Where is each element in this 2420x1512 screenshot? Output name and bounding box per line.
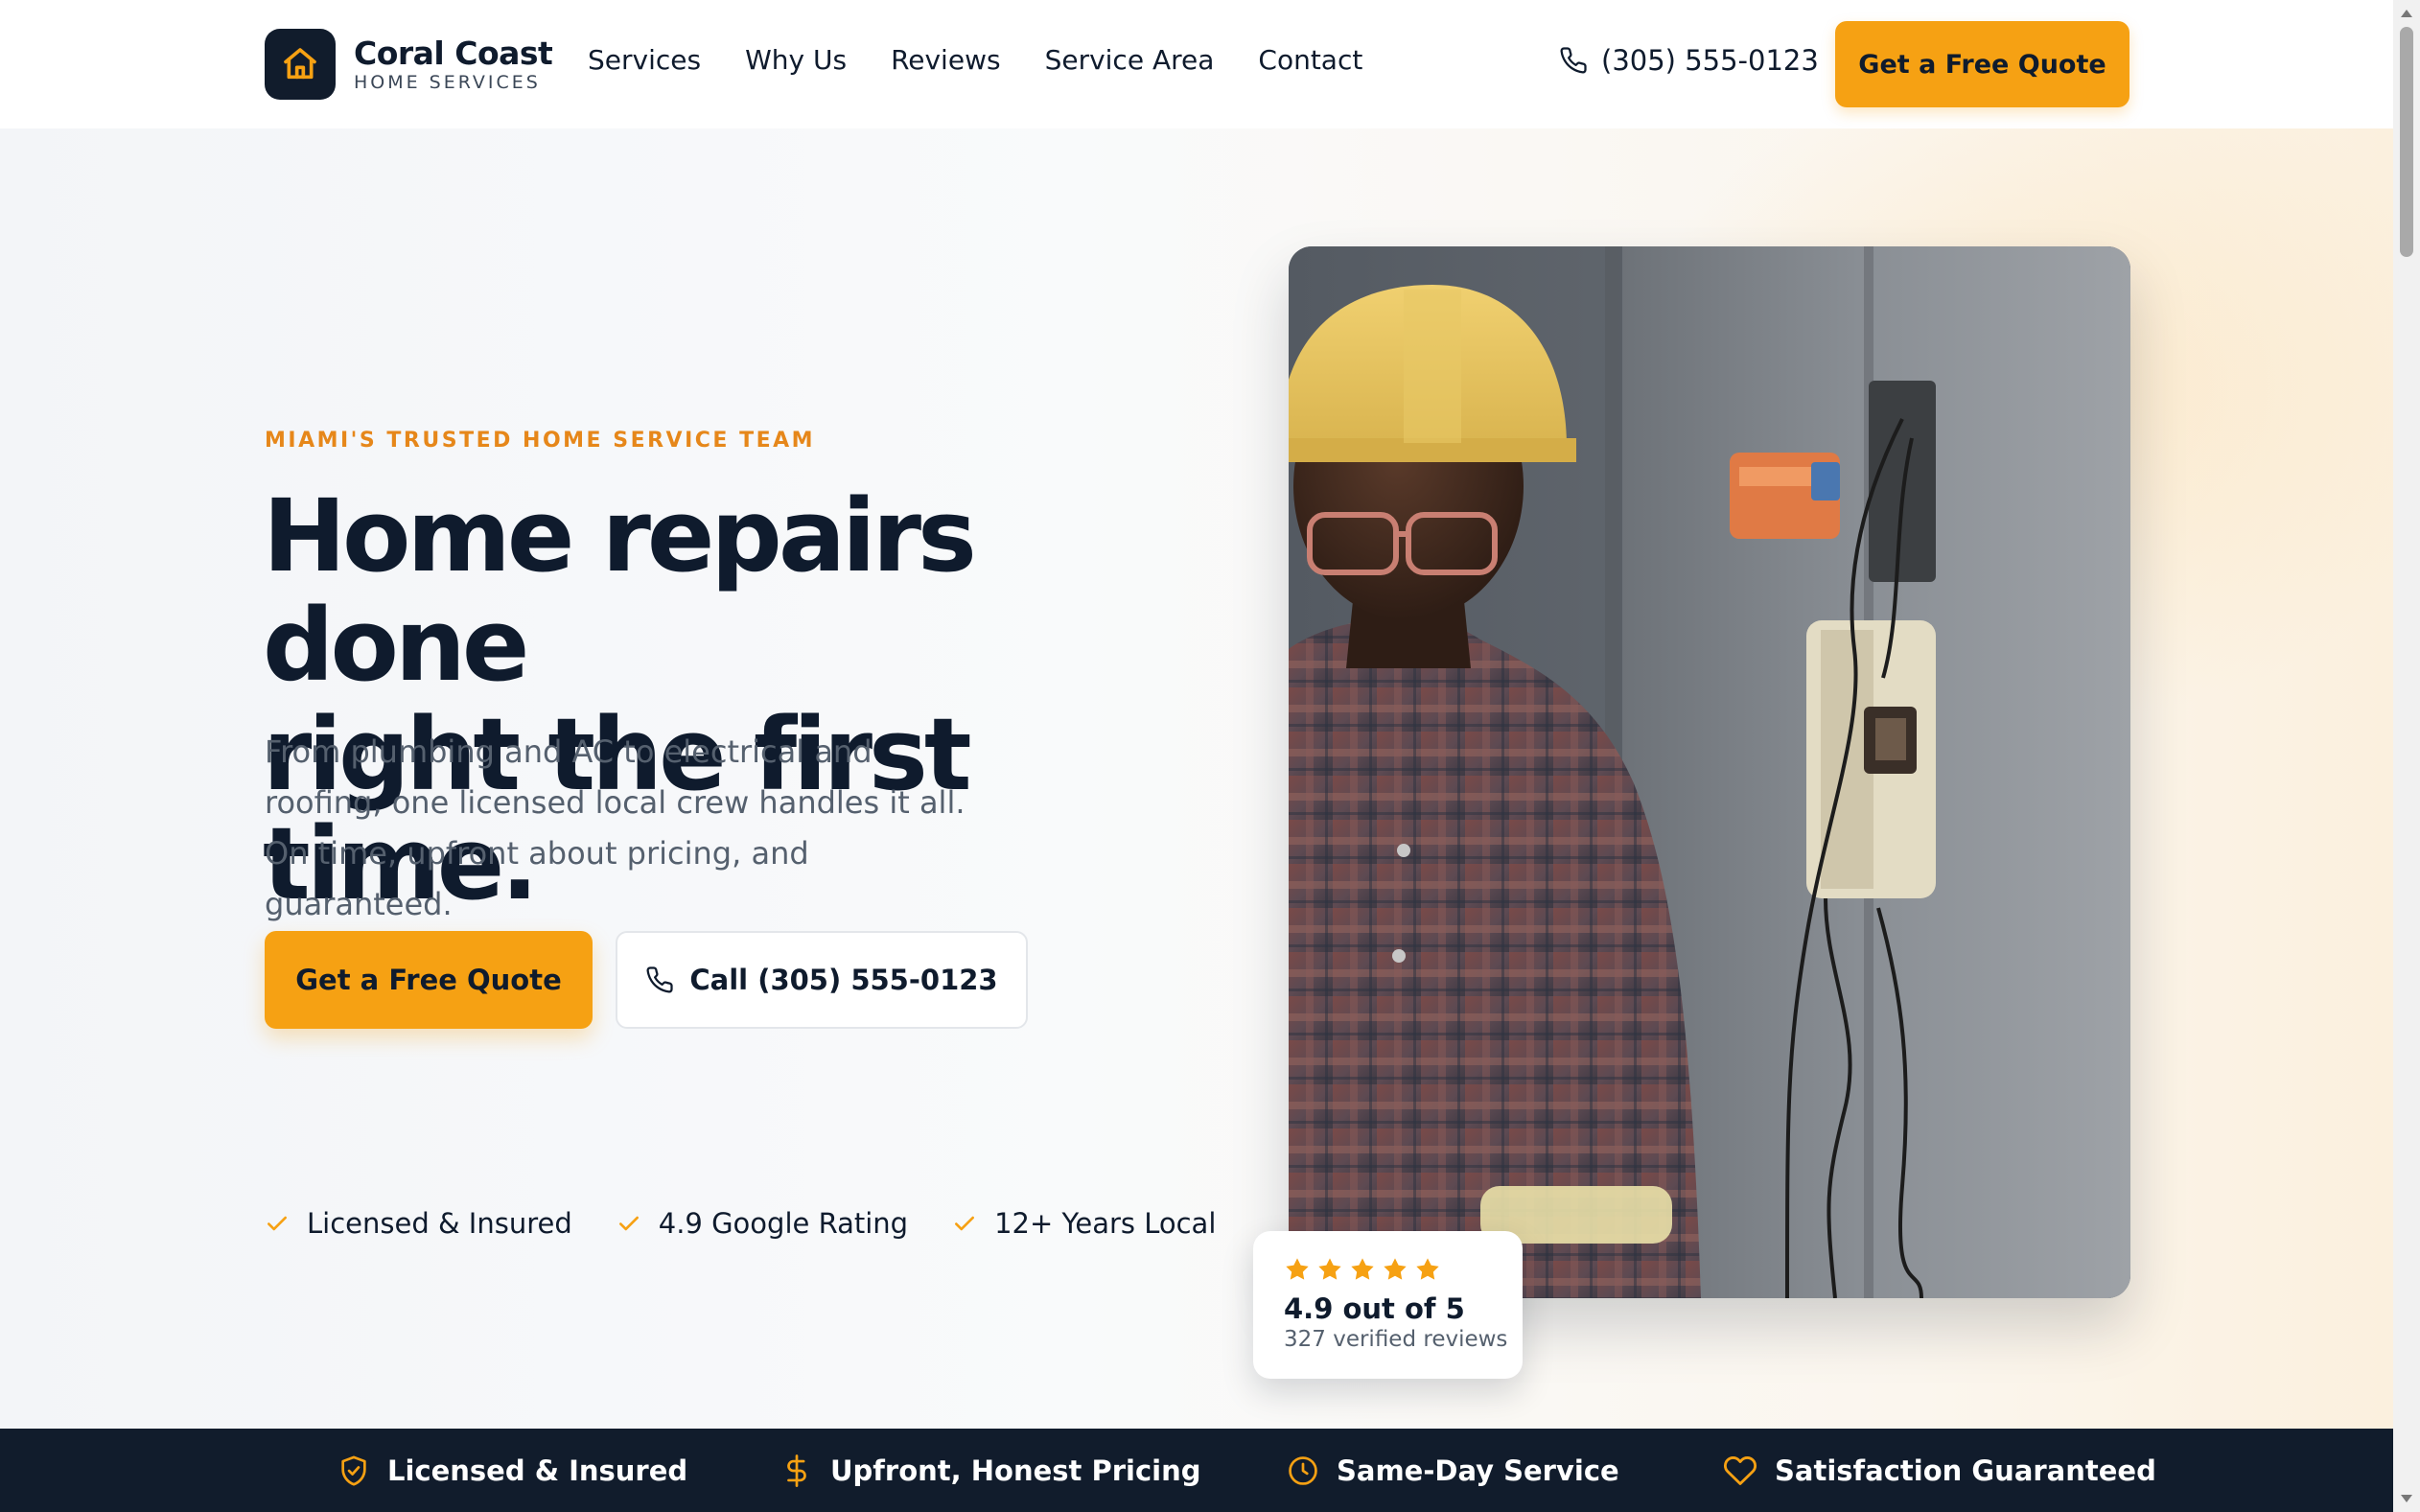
hero-subcopy: From plumbing and AC to electrical and r… xyxy=(265,733,966,922)
phone-icon xyxy=(1560,47,1587,74)
phone-icon xyxy=(646,966,673,993)
trust-item: Licensed & Insured xyxy=(265,1207,572,1240)
nav-item-services[interactable]: Services xyxy=(588,44,701,76)
header-quote-button[interactable]: Get a Free Quote xyxy=(1835,21,2129,107)
scroll-down-icon[interactable] xyxy=(2401,1495,2412,1502)
star-icon xyxy=(1384,1258,1407,1280)
feature-label: Satisfaction Guaranteed xyxy=(1775,1454,2156,1487)
trust-item: 4.9 Google Rating xyxy=(617,1207,908,1240)
feature-bar: Licensed & Insured Upfront, Honest Prici… xyxy=(0,1429,2393,1512)
trust-item-label: Licensed & Insured xyxy=(307,1207,572,1240)
check-icon xyxy=(618,1216,639,1231)
check-icon xyxy=(268,1216,287,1231)
feature-label: Same-Day Service xyxy=(1337,1454,1619,1487)
feature-pricing: Upfront, Honest Pricing xyxy=(780,1429,1201,1512)
nav-item-reviews[interactable]: Reviews xyxy=(891,44,1001,76)
trust-item-label: 12+ Years Local xyxy=(994,1207,1217,1240)
star-icon xyxy=(1351,1258,1374,1280)
feature-label: Upfront, Honest Pricing xyxy=(830,1454,1201,1487)
heart-icon xyxy=(1723,1455,1757,1485)
logo[interactable]: Coral Coast HOME SERVICES xyxy=(265,29,553,100)
rating-review-count: 327 verified reviews xyxy=(1284,1327,1508,1352)
star-icon xyxy=(1286,1258,1309,1280)
brand-name: Coral Coast xyxy=(354,34,553,72)
page-scrollbar[interactable] xyxy=(2393,0,2420,1512)
check-icon xyxy=(955,1216,975,1231)
clock-icon xyxy=(1289,1455,1317,1485)
nav-item-contact[interactable]: Contact xyxy=(1258,44,1362,76)
hero-call-button[interactable]: Call (305) 555-0123 xyxy=(616,931,1028,1029)
shield-check-icon xyxy=(341,1454,366,1486)
hero-eyebrow: MIAMI'S TRUSTED HOME SERVICE TEAM xyxy=(265,429,816,453)
star-icon xyxy=(1318,1258,1341,1280)
star-icon xyxy=(1416,1258,1439,1280)
feature-same-day: Same-Day Service xyxy=(1287,1429,1619,1512)
site-header: Coral Coast HOME SERVICES Services Why U… xyxy=(0,0,2393,128)
scrollbar-thumb[interactable] xyxy=(2400,27,2413,257)
hero-section: MIAMI'S TRUSTED HOME SERVICE TEAM Home r… xyxy=(0,128,2393,1429)
rating-stars xyxy=(1284,1256,1523,1283)
header-phone-number: (305) 555-0123 xyxy=(1601,44,1819,77)
rating-score: 4.9 out of 5 xyxy=(1284,1292,1465,1325)
main-nav: Services Why Us Reviews Service Area Con… xyxy=(588,44,1407,76)
hero-photo-technician xyxy=(1289,246,2130,1298)
hero-call-label: Call (305) 555-0123 xyxy=(689,964,998,996)
trust-row: Licensed & Insured 4.9 Google Rating 12+… xyxy=(265,1207,1260,1240)
dollar-icon xyxy=(787,1454,806,1487)
hero-headline-line-1: Home repairs done xyxy=(263,477,977,704)
rating-card: 4.9 out of 5 327 verified reviews xyxy=(1253,1231,1523,1379)
house-icon xyxy=(265,29,336,100)
brand-tagline: HOME SERVICES xyxy=(354,71,541,93)
scroll-up-icon[interactable] xyxy=(2401,10,2412,17)
feature-licensed: Licensed & Insured xyxy=(337,1429,687,1512)
hero-quote-button[interactable]: Get a Free Quote xyxy=(265,931,593,1029)
nav-item-why-us[interactable]: Why Us xyxy=(745,44,847,76)
header-phone-link[interactable]: (305) 555-0123 xyxy=(1559,44,1819,77)
feature-label: Licensed & Insured xyxy=(387,1454,688,1487)
trust-item-label: 4.9 Google Rating xyxy=(658,1207,909,1240)
trust-item: 12+ Years Local xyxy=(952,1207,1216,1240)
feature-guarantee: Satisfaction Guaranteed xyxy=(1723,1429,2156,1512)
nav-item-service-area[interactable]: Service Area xyxy=(1045,44,1215,76)
